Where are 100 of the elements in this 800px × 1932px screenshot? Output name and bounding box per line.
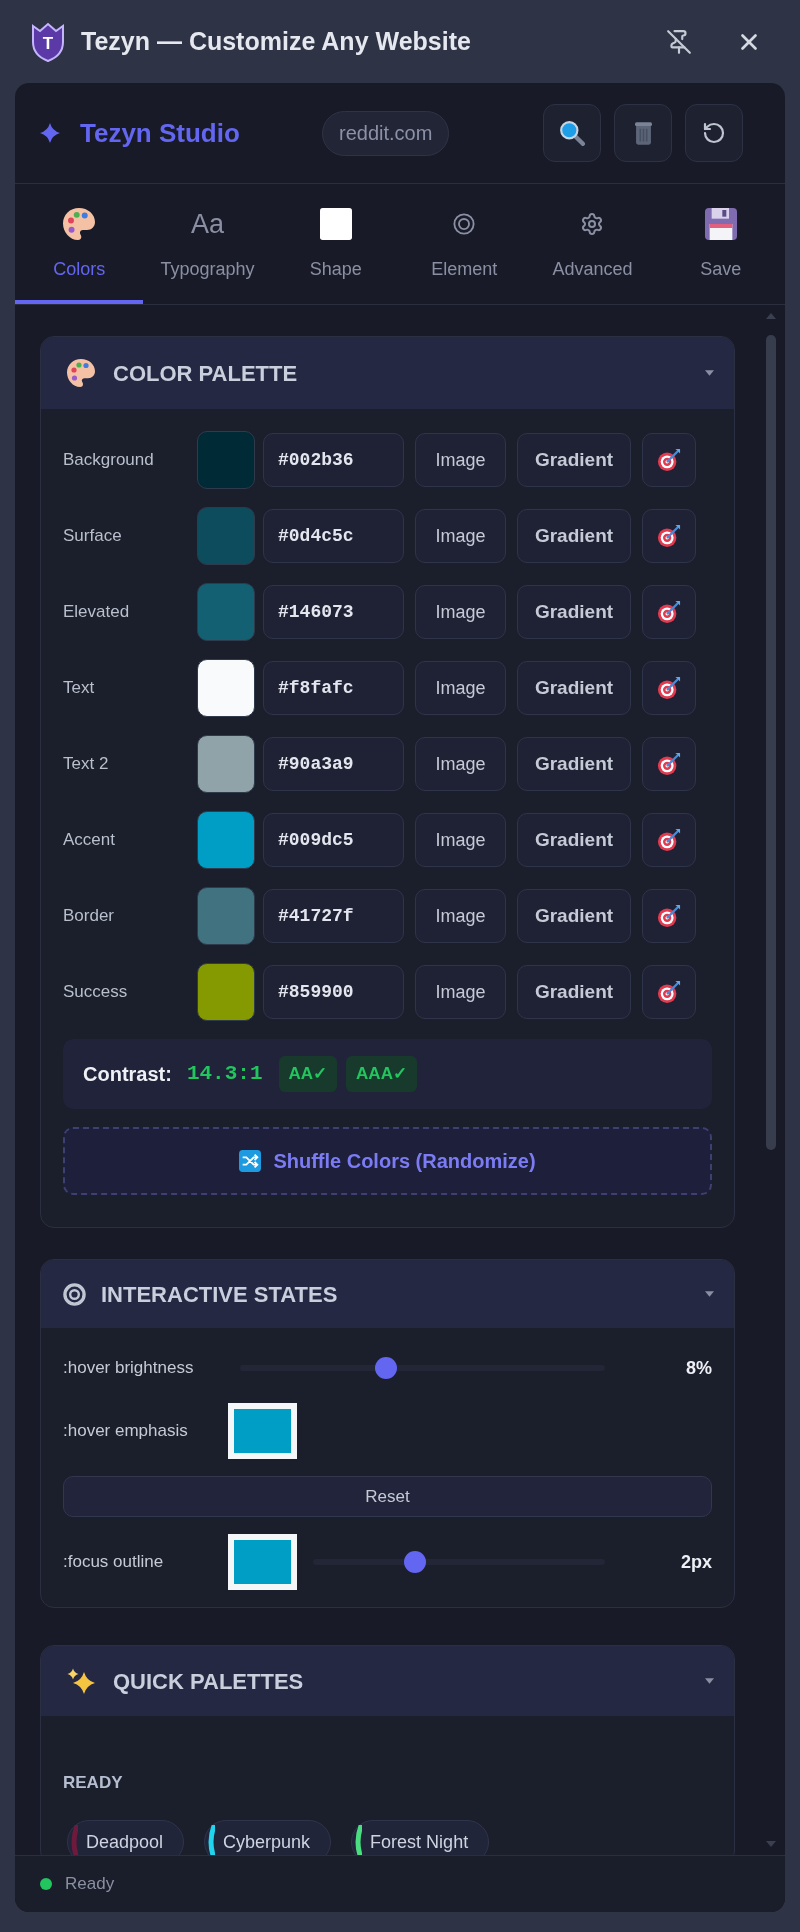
palette-icon xyxy=(67,359,95,387)
search-icon xyxy=(559,120,585,146)
section-title: INTERACTIVE STATES xyxy=(101,1280,338,1309)
color-swatch[interactable] xyxy=(197,583,255,641)
image-button[interactable]: Image xyxy=(415,813,506,867)
pick-color-button[interactable] xyxy=(642,737,696,791)
target-icon xyxy=(657,524,681,548)
target-icon xyxy=(657,676,681,700)
sparkles-icon xyxy=(67,1667,95,1695)
target-icon xyxy=(657,980,681,1004)
tab[interactable]: Element xyxy=(400,184,529,304)
image-button[interactable]: Image xyxy=(415,433,506,487)
image-button[interactable]: Image xyxy=(415,585,506,639)
ring-icon xyxy=(63,1282,86,1306)
palette-chip[interactable]: Cyberpunk xyxy=(204,1820,332,1855)
target-icon xyxy=(657,448,681,472)
shield-logo: T xyxy=(30,21,66,62)
slider-thumb[interactable] xyxy=(404,1551,427,1573)
hex-input[interactable]: #41727f xyxy=(263,889,404,943)
gradient-button[interactable]: Gradient xyxy=(517,965,631,1019)
section-title: QUICK PALETTES xyxy=(113,1667,304,1696)
image-button[interactable]: Image xyxy=(415,965,506,1019)
palette-icon xyxy=(63,208,96,240)
color-swatch[interactable] xyxy=(197,811,255,869)
gradient-button[interactable]: Gradient xyxy=(517,813,631,867)
tab[interactable]: Advanced xyxy=(528,184,657,304)
window-title: Tezyn — Customize Any Website xyxy=(81,25,471,57)
tab[interactable]: Aa Typography xyxy=(143,184,272,304)
color-label: Background xyxy=(63,449,155,472)
shuffle-icon xyxy=(239,1150,262,1172)
search-button[interactable] xyxy=(543,104,601,162)
hex-input[interactable]: #146073 xyxy=(263,585,404,639)
pick-color-button[interactable] xyxy=(642,889,696,943)
setting-label: :hover brightness xyxy=(63,1357,195,1380)
color-swatch[interactable] xyxy=(197,963,255,1021)
slider-track[interactable] xyxy=(240,1357,605,1379)
color-label: Accent xyxy=(63,829,116,852)
gradient-button[interactable]: Gradient xyxy=(517,889,631,943)
color-swatch[interactable] xyxy=(197,507,255,565)
contrast-ratio: 14.3:1 xyxy=(186,1061,263,1088)
reset-button[interactable]: Reset xyxy=(63,1476,712,1517)
section-header[interactable]: COLOR PALETTE xyxy=(41,337,734,409)
trash-button[interactable] xyxy=(614,104,672,162)
status-text: Ready xyxy=(65,1873,115,1896)
color-swatch[interactable] xyxy=(197,659,255,717)
target-icon xyxy=(657,600,681,624)
shuffle-button[interactable]: Shuffle Colors (Randomize) xyxy=(63,1127,712,1195)
hex-input[interactable]: #f8fafc xyxy=(263,661,404,715)
image-button[interactable]: Image xyxy=(415,661,506,715)
hex-input[interactable]: #859900 xyxy=(263,965,404,1019)
color-swatch[interactable] xyxy=(197,735,255,793)
slider-thumb[interactable] xyxy=(375,1357,397,1379)
section-header[interactable]: QUICK PALETTES xyxy=(41,1646,734,1716)
target-icon xyxy=(657,828,681,852)
section-title: COLOR PALETTE xyxy=(113,359,298,388)
tab[interactable]: Colors xyxy=(15,184,144,304)
section-header[interactable]: INTERACTIVE STATES xyxy=(41,1260,734,1328)
circular-arrow-icon xyxy=(702,121,726,145)
color-label: Text xyxy=(63,677,96,700)
slider-value: 8% xyxy=(686,1356,712,1380)
pick-color-button[interactable] xyxy=(642,813,696,867)
color-swatch[interactable] xyxy=(197,431,255,489)
gradient-button[interactable]: Gradient xyxy=(517,737,631,791)
reset-button[interactable] xyxy=(685,104,743,162)
gradient-button[interactable]: Gradient xyxy=(517,585,631,639)
hex-input[interactable]: #009dc5 xyxy=(263,813,404,867)
hex-input[interactable]: #002b36 xyxy=(263,433,404,487)
color-label: Surface xyxy=(63,525,123,548)
contrast-label: Contrast: xyxy=(83,1062,172,1087)
color-label: Success xyxy=(63,981,129,1004)
hex-input[interactable]: #90a3a9 xyxy=(263,737,404,791)
slider-track[interactable] xyxy=(313,1551,605,1573)
color-swatch[interactable] xyxy=(197,887,255,945)
gear-icon xyxy=(580,212,605,236)
setting-label: :focus outline xyxy=(63,1551,165,1574)
palette-chip[interactable]: Deadpool xyxy=(67,1820,185,1855)
tab[interactable]: Save xyxy=(656,184,785,304)
color-label: Border xyxy=(63,905,116,928)
palette-chip[interactable]: Forest Night xyxy=(351,1820,490,1855)
contrast-badge: AA✓ xyxy=(278,1056,338,1092)
slider-value: 2px xyxy=(680,1550,712,1574)
image-button[interactable]: Image xyxy=(415,889,506,943)
pick-color-button[interactable] xyxy=(642,509,696,563)
pick-color-button[interactable] xyxy=(642,585,696,639)
trash-icon xyxy=(634,121,652,145)
hex-input[interactable]: #0d4c5c xyxy=(263,509,404,563)
image-button[interactable]: Image xyxy=(415,509,506,563)
pin-off-icon[interactable] xyxy=(666,28,692,55)
scrollbar-thumb[interactable] xyxy=(766,335,776,1150)
gradient-button[interactable]: Gradient xyxy=(517,509,631,563)
pick-color-button[interactable] xyxy=(642,433,696,487)
gradient-button[interactable]: Gradient xyxy=(517,433,631,487)
tab[interactable]: Shape xyxy=(271,184,400,304)
pick-color-button[interactable] xyxy=(642,661,696,715)
pick-color-button[interactable] xyxy=(642,965,696,1019)
double-ring-icon xyxy=(453,213,476,235)
color-label: Elevated xyxy=(63,601,131,624)
gradient-button[interactable]: Gradient xyxy=(517,661,631,715)
domain-pill: reddit.com xyxy=(322,110,450,156)
image-button[interactable]: Image xyxy=(415,737,506,791)
